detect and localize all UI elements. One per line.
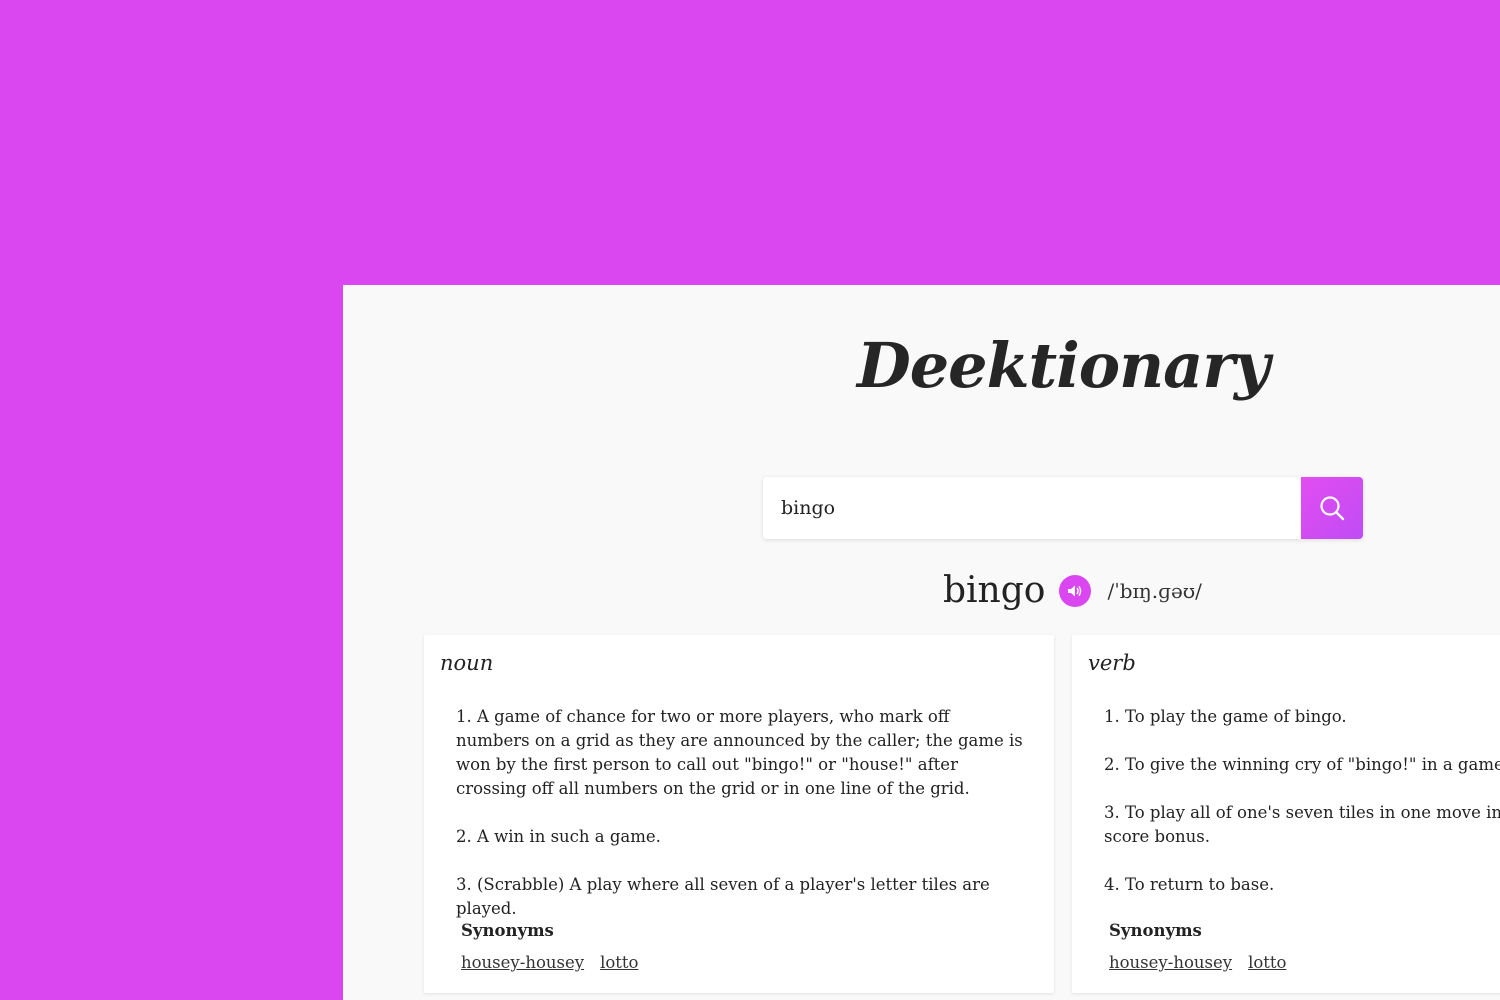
synonyms-list: housey-housey lotto	[1109, 953, 1286, 972]
synonym-link[interactable]: lotto	[600, 953, 638, 972]
definition-item: 1. To play the game of bingo.	[1104, 707, 1347, 726]
phonetic-text: /ˈbɪŋ.ɡəʊ/	[1107, 578, 1202, 603]
definition-item: 4. To return to base.	[1104, 875, 1275, 894]
definition-item: 3. (Scrabble) A play where all seven of …	[456, 875, 990, 918]
synonym-link[interactable]: lotto	[1248, 953, 1286, 972]
definition-item: 2. A win in such a game.	[456, 827, 661, 846]
synonyms-heading: Synonyms	[461, 921, 554, 940]
definition-item: 2. To give the winning cry of "bingo!" i…	[1104, 755, 1500, 774]
synonym-link[interactable]: housey-housey	[461, 953, 584, 972]
search-icon	[1320, 496, 1345, 521]
definition-item: 1. A game of chance for two or more play…	[456, 707, 1023, 798]
part-of-speech: noun	[440, 651, 494, 675]
app-logo: Deektionary	[856, 329, 1270, 402]
synonyms-list: housey-housey lotto	[461, 953, 638, 972]
entry-word: bingo	[943, 570, 1046, 611]
search-bar	[763, 477, 1363, 539]
definition-item: 3. To play all of one's seven tiles in o…	[1104, 803, 1500, 846]
synonyms-heading: Synonyms	[1109, 921, 1202, 940]
main-panel: Deektionary bingo /ˈbɪŋ.ɡəʊ/ noun 1. A g…	[343, 285, 1500, 1000]
definition-list: 1. To play the game of bingo. 2. To give…	[1104, 705, 1500, 921]
meaning-card-verb: verb 1. To play the game of bingo. 2. To…	[1072, 635, 1500, 993]
pronunciation-audio-button[interactable]	[1059, 574, 1092, 607]
speaker-icon	[1068, 585, 1082, 596]
meaning-card-noun: noun 1. A game of chance for two or more…	[424, 635, 1054, 993]
synonym-link[interactable]: housey-housey	[1109, 953, 1232, 972]
word-header: bingo /ˈbɪŋ.ɡəʊ/	[943, 570, 1202, 611]
search-button[interactable]	[1301, 477, 1363, 539]
definition-list: 1. A game of chance for two or more play…	[456, 705, 1026, 945]
search-input[interactable]	[763, 477, 1301, 539]
part-of-speech: verb	[1088, 651, 1136, 675]
